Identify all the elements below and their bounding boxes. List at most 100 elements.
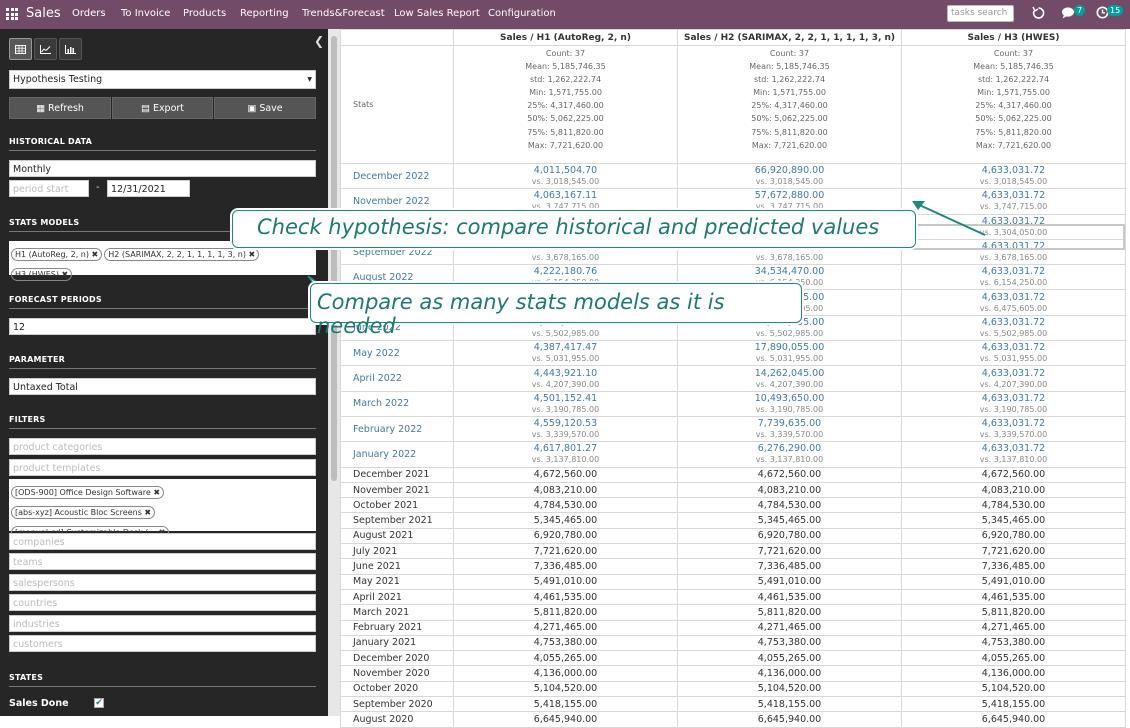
save-button[interactable]: ▣ Save <box>214 97 316 119</box>
menu-reporting[interactable]: Reporting <box>240 8 289 19</box>
forecast-value-cell[interactable]: 4,633,031.72 vs. 3,747,715.00 <box>901 188 1126 215</box>
period-cell[interactable]: May 2022 <box>340 340 454 367</box>
companies-input[interactable]: companies <box>9 533 316 550</box>
app-brand[interactable]: Sales <box>26 6 61 21</box>
forecast-value-cell[interactable]: 4,633,031.72 vs. 6,154,250.00 <box>901 264 1126 291</box>
forecast-value-cell[interactable]: 66,920,890.00 vs. 3,018,545.00 <box>677 162 902 190</box>
period-cell[interactable]: December 2022 <box>340 162 454 190</box>
period-end-input[interactable]: 12/31/2021 <box>107 180 190 197</box>
forecast-value-cell[interactable]: 14,262,045.00 vs. 4,207,390.00 <box>677 365 902 392</box>
tag-label: H3 (HWES) <box>15 270 59 279</box>
forecast-value-cell[interactable]: 4,633,031.72 vs. 3,190,785.00 <box>901 390 1126 417</box>
stat-line: 50%: 5,062,225.00 <box>975 114 1052 124</box>
forecast-value-cell[interactable]: 4,633,031.72 vs. 3,137,810.00 <box>901 441 1126 468</box>
states-heading: STATES <box>9 673 316 687</box>
salespersons-input[interactable]: salespersons <box>9 574 316 591</box>
menu-configuration[interactable]: Configuration <box>488 8 556 19</box>
history-value-cell: 4,136,000.00 <box>901 665 1126 682</box>
history-value-cell: 4,055,265.00 <box>901 650 1126 667</box>
period-type-field[interactable]: Monthly <box>9 160 316 177</box>
stats-model-tag[interactable]: H3 (HWES) ✖ <box>11 268 73 281</box>
task-search-input[interactable]: tasks search <box>947 5 1014 22</box>
remove-tag-icon[interactable]: ✖ <box>153 488 160 497</box>
stats-model-tag[interactable]: H1 (AutoReg, 2, n) ✖ <box>11 248 103 261</box>
forecast-value-cell[interactable]: 4,633,031.72 vs. 3,339,570.00 <box>901 415 1126 443</box>
stats-model-tag[interactable]: H2 (SARIMAX, 2, 2, 1, 1, 1, 1, 3, n) ✖ <box>104 248 260 261</box>
product-tag[interactable]: [abs-xyz] Acoustic Bloc Screens ✖ <box>11 506 156 519</box>
forecast-value-cell[interactable]: 10,493,650.00 vs. 3,190,785.00 <box>677 390 902 417</box>
historical-compare-value: vs. 3,339,570.00 <box>755 430 824 440</box>
column-header-h3[interactable]: Sales / H3 (HWES) <box>901 29 1126 46</box>
product-categories-input[interactable]: product categories <box>9 438 316 455</box>
forecast-value-cell[interactable]: 4,617,801.27 vs. 3,137,810.00 <box>453 441 678 468</box>
historical-compare-value: vs. 3,678,165.00 <box>531 253 600 263</box>
teams-input[interactable]: teams <box>9 553 316 570</box>
history-value-cell: 4,461,535.00 <box>677 588 902 606</box>
table-icon <box>15 44 26 54</box>
export-button[interactable]: ▤ Export <box>112 97 213 119</box>
remove-tag-icon[interactable]: ✖ <box>144 508 151 517</box>
forecast-value-cell[interactable]: 4,559,120.53 vs. 3,339,570.00 <box>453 415 678 443</box>
column-header-h1[interactable]: Sales / H1 (AutoReg, 2, n) <box>453 29 678 46</box>
remove-tag-icon[interactable]: ✖ <box>62 270 69 279</box>
forecast-value-cell[interactable]: 4,633,031.72 vs. 5,502,985.00 <box>901 314 1126 342</box>
menu-low-sales-report[interactable]: Low Sales Report <box>394 8 480 19</box>
history-value-cell: 4,672,560.00 <box>677 466 902 483</box>
history-row: May 2021 5,491,010.00 5,491,010.00 5,491,01… <box>340 573 1126 590</box>
customers-input[interactable]: customers <box>9 635 316 652</box>
stat-line: Max: 7,721,620.00 <box>527 140 604 150</box>
remove-tag-icon[interactable]: ✖ <box>92 250 99 259</box>
forecast-value-cell[interactable]: 4,633,031.72 vs. 6,475,605.00 <box>901 289 1126 316</box>
line-chart-view-button[interactable] <box>34 38 57 60</box>
period-cell[interactable]: March 2022 <box>340 390 454 417</box>
forecast-value-cell[interactable]: 4,443,921.10 vs. 4,207,390.00 <box>453 365 678 392</box>
activity-icon[interactable] <box>1032 6 1045 24</box>
sales-done-checkbox[interactable]: ✔ <box>94 698 104 708</box>
stats-label-cell: Stats <box>340 45 454 164</box>
forecast-value-cell[interactable]: 4,633,031.72 vs. 4,207,390.00 <box>901 365 1126 392</box>
product-tag[interactable]: [ODS-900] Office Design Software ✖ <box>11 486 165 499</box>
forecast-value-cell[interactable]: 6,276,290.00 vs. 3,137,810.00 <box>677 441 902 468</box>
history-value-cell: 4,753,380.00 <box>677 634 902 652</box>
menu-to-invoice[interactable]: To Invoice <box>121 8 170 19</box>
refresh-button[interactable]: ▦ Refresh <box>9 97 111 119</box>
sidebar-scrollbar-thumb[interactable] <box>331 36 337 481</box>
chat-icon[interactable] <box>1061 6 1075 23</box>
industries-input[interactable]: industries <box>9 615 316 632</box>
historical-compare-value: vs. 5,502,985.00 <box>979 328 1048 338</box>
collapse-sidebar-icon[interactable]: ❮ <box>314 34 324 48</box>
table-view-button[interactable] <box>9 38 32 60</box>
column-header-h2[interactable]: Sales / H2 (SARIMAX, 2, 2, 1, 1, 1, 1, 3… <box>677 29 902 46</box>
parameter-field[interactable]: Untaxed Total <box>9 378 316 395</box>
bar-chart-view-button[interactable] <box>59 38 82 60</box>
menu-products[interactable]: Products <box>183 8 226 19</box>
save-icon: ▣ <box>247 102 257 114</box>
menu-trends-forecast[interactable]: Trends&Forecast <box>302 8 385 19</box>
period-cell[interactable]: April 2022 <box>340 365 454 392</box>
forecast-periods-input[interactable]: 12 <box>9 318 316 335</box>
period-cell[interactable]: January 2022 <box>340 441 454 468</box>
forecast-value-cell[interactable]: 4,501,152.41 vs. 3,190,785.00 <box>453 390 678 417</box>
forecast-value-cell[interactable]: 17,890,055.00 vs. 5,031,955.00 <box>677 340 902 367</box>
stat-line: 25%: 4,317,460.00 <box>751 101 828 111</box>
remove-tag-icon[interactable]: ✖ <box>249 250 256 259</box>
history-value-cell: 4,784,530.00 <box>453 497 678 514</box>
analysis-type-select[interactable]: Hypothesis Testing ▼ <box>9 70 316 89</box>
forecast-value-cell[interactable]: 4,011,504.70 vs. 3,018,545.00 <box>453 162 678 190</box>
period-start-input[interactable]: period start <box>9 180 89 197</box>
product-templates-input[interactable]: product templates <box>9 459 316 476</box>
predicted-value: 7,739,635.00 <box>757 418 822 430</box>
apps-grid-icon[interactable] <box>6 8 18 20</box>
history-row: February 2021 4,271,465.00 4,271,465.00 4,2… <box>340 619 1126 636</box>
period-cell: August 2021 <box>340 527 454 545</box>
menu-orders[interactable]: Orders <box>72 8 106 19</box>
predicted-value: 4,501,152.41 <box>533 392 598 404</box>
forecast-value-cell[interactable]: 4,387,417.47 vs. 5,031,955.00 <box>453 340 678 367</box>
products-tags[interactable]: [ODS-900] Office Design Software ✖ [abs-… <box>9 479 316 539</box>
period-cell: November 2020 <box>340 665 454 682</box>
forecast-value-cell[interactable]: 7,739,635.00 vs. 3,339,570.00 <box>677 415 902 443</box>
period-cell[interactable]: February 2022 <box>340 415 454 443</box>
forecast-value-cell[interactable]: 4,633,031.72 vs. 3,018,545.00 <box>901 162 1126 190</box>
forecast-value-cell[interactable]: 4,633,031.72 vs. 5,031,955.00 <box>901 340 1126 367</box>
countries-input[interactable]: countries <box>9 594 316 611</box>
